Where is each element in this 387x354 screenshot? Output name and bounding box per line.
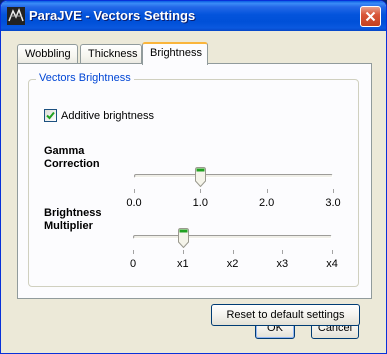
slider-tick	[133, 250, 134, 254]
slider-ticks	[133, 250, 333, 255]
multiplier-label-line2: Multiplier	[44, 220, 93, 232]
dialog-body: Wobbling Thickness Brightness Vectors Br…	[1, 31, 386, 353]
slider-ticks	[134, 189, 334, 194]
slider-tick-label: 1.0	[192, 197, 208, 209]
slider-tick	[182, 250, 184, 254]
slider-tick-label: 0.0	[126, 197, 142, 209]
multiplier-label-line1: Brightness	[44, 207, 102, 219]
title-bar[interactable]: ParaJVE - Vectors Settings	[1, 1, 386, 31]
gamma-label-line2: Correction	[44, 158, 100, 170]
app-icon	[7, 7, 25, 25]
additive-brightness-option[interactable]: Additive brightness	[44, 109, 154, 122]
slider-thumb[interactable]	[195, 167, 207, 187]
tab-thickness[interactable]: Thickness	[80, 44, 142, 64]
slider-tick-label: 2.0	[259, 197, 275, 209]
slider-tick	[282, 250, 284, 254]
slider-tick	[200, 189, 202, 193]
gamma-label-line1: Gamma	[44, 145, 85, 157]
close-icon	[365, 11, 376, 22]
slider-tick-label: 0	[129, 258, 137, 270]
tab-wobbling[interactable]: Wobbling	[17, 44, 78, 64]
group-title: Vectors Brightness	[36, 72, 134, 84]
slider-tick-label: x3	[276, 258, 289, 270]
gamma-correction-slider[interactable]: 0.0 1.0 2.0 3.0	[126, 167, 341, 209]
slider-track	[134, 174, 333, 178]
slider-tick-label: x2	[226, 258, 239, 270]
slider-tick	[333, 189, 334, 193]
reset-defaults-button[interactable]: Reset to default settings	[211, 304, 360, 326]
slider-tick	[232, 250, 234, 254]
checkmark-icon	[46, 111, 55, 120]
additive-brightness-label: Additive brightness	[61, 109, 154, 122]
gamma-correction-label: Gamma Correction	[44, 145, 100, 171]
slider-tick-label: x1	[176, 258, 189, 270]
window-title: ParaJVE - Vectors Settings	[29, 8, 196, 23]
additive-brightness-checkbox[interactable]	[44, 109, 57, 122]
brightness-multiplier-label: Brightness Multiplier	[44, 207, 101, 233]
slider-tick-label: 3.0	[325, 197, 341, 209]
tab-brightness[interactable]: Brightness	[142, 42, 208, 65]
slider-track	[133, 235, 332, 239]
brightness-multiplier-slider[interactable]: 0 x1 x2 x3 x4	[129, 228, 338, 270]
slider-thumb[interactable]	[177, 228, 189, 248]
slider-tick	[266, 189, 268, 193]
settings-dialog: ParaJVE - Vectors Settings Wobbling Thic…	[0, 0, 387, 354]
slider-tick-label: x4	[326, 258, 338, 270]
close-button[interactable]	[360, 6, 381, 27]
slider-tick	[332, 250, 333, 254]
slider-tick	[134, 189, 135, 193]
brightness-tab-panel: Vectors Brightness Additive brightness G…	[17, 63, 372, 326]
